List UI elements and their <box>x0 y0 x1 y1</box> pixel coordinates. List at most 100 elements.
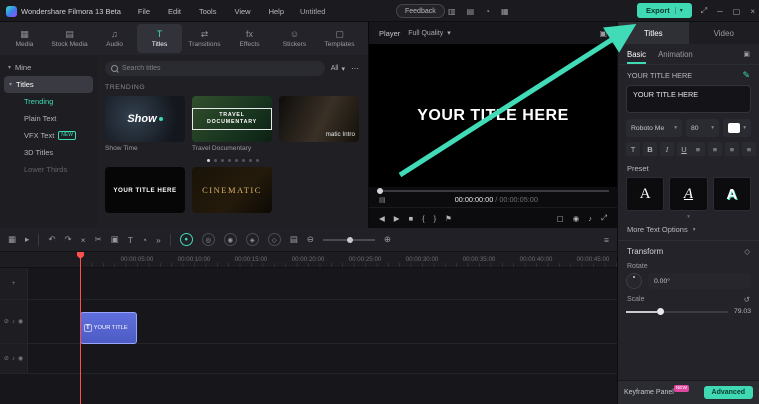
track-row-3[interactable]: ⊘ ♪ ◉ <box>0 344 617 374</box>
playhead[interactable] <box>80 252 81 404</box>
title-thumbnail-travel-documentary[interactable]: TRAVEL DOCUMENTARY <box>192 96 272 142</box>
delete-icon[interactable]: × <box>81 235 86 245</box>
filter-dropdown[interactable]: All ▾ <box>331 65 345 73</box>
preset-tile-2[interactable]: A <box>669 177 707 211</box>
scale-slider-handle[interactable] <box>657 308 664 315</box>
video-viewport[interactable]: YOUR TITLE HERE <box>369 44 617 187</box>
fit-screen-icon[interactable]: ▢ <box>557 214 564 223</box>
preview-mode-icon[interactable]: ▣ <box>599 29 607 38</box>
fullscreen-icon[interactable]: ⤢ <box>701 6 707 16</box>
timeline-clip-your-title[interactable]: T YOUR TITLE <box>80 312 137 344</box>
track-row-1[interactable]: + <box>0 268 617 300</box>
search-box[interactable] <box>105 61 325 76</box>
export-chevron-icon[interactable]: ▾ <box>675 7 683 14</box>
subtab-basic[interactable]: Basic <box>627 44 646 64</box>
manage-tracks-icon[interactable]: ≡ <box>604 235 609 245</box>
rotate-knob[interactable] <box>626 273 642 289</box>
lock-icon[interactable]: ⊘ <box>4 355 9 362</box>
font-size-dropdown[interactable]: 80 ▾ <box>686 119 719 137</box>
sidebar-item-3d-titles[interactable]: 3D Titles <box>0 144 97 161</box>
title-thumbnail-show-time[interactable]: Show <box>105 96 185 142</box>
timecode-settings-icon[interactable]: ▤ <box>379 196 386 204</box>
add-track-icon[interactable]: + <box>12 281 16 287</box>
font-color-picker[interactable]: ▾ <box>723 119 751 137</box>
stop-icon[interactable]: ■ <box>409 214 414 223</box>
feedback-button[interactable]: Feedback <box>396 4 445 18</box>
tab-stickers[interactable]: ☺ Stickers <box>272 24 317 53</box>
sidebar-item-plain-text[interactable]: Plain Text <box>0 110 97 127</box>
add-keyframe-icon[interactable]: ◇ <box>744 247 750 256</box>
layout-icon[interactable]: ▤ <box>467 7 475 16</box>
font-family-dropdown[interactable]: Roboto Me ▾ <box>626 119 682 137</box>
mark-out-icon[interactable]: } <box>434 214 437 223</box>
tab-titles-properties[interactable]: Titles <box>618 22 689 44</box>
export-button[interactable]: Export ▾ <box>637 3 692 18</box>
title-card[interactable]: TRAVEL DOCUMENTARY Travel Documentary <box>192 96 272 152</box>
split-icon[interactable]: ✂ <box>95 234 102 245</box>
close-icon[interactable]: × <box>750 7 755 16</box>
preset-tile-3[interactable]: A <box>713 177 751 211</box>
zoom-slider[interactable] <box>323 239 375 241</box>
eye-icon[interactable]: ◉ <box>18 355 23 362</box>
title-card[interactable]: Show Show Time <box>105 96 185 152</box>
eye-icon[interactable]: ◉ <box>18 318 23 325</box>
advanced-button[interactable]: Advanced <box>704 386 753 399</box>
transform-row[interactable]: Transform ◇ <box>618 247 759 256</box>
zoom-out-icon[interactable]: ⊖ <box>307 234 314 245</box>
sidebar-item-titles[interactable]: ▾ Titles <box>4 76 93 93</box>
keyframe-tool-icon[interactable]: ◈ <box>246 233 259 246</box>
title-thumbnail-your-title[interactable]: YOUR TITLE HERE <box>105 167 185 213</box>
mark-in-icon[interactable]: { <box>422 214 425 223</box>
speaker-icon[interactable]: ♪ <box>588 214 592 223</box>
play-icon[interactable]: ▶ <box>394 214 400 223</box>
more-options-icon[interactable]: ⋯ <box>351 64 360 73</box>
speed-icon[interactable]: ◔ <box>142 235 147 245</box>
screen-record-icon[interactable]: ▥ <box>448 7 456 16</box>
marker-flag-icon[interactable]: ⚑ <box>445 214 452 223</box>
bold-button[interactable]: B <box>643 142 657 156</box>
keyframe-panel-button[interactable]: Keyframe PanelNEW <box>624 389 689 397</box>
lock-icon[interactable]: ⊘ <box>4 318 9 325</box>
timeline-menu-icon[interactable]: ▦ <box>8 234 16 245</box>
text-tool-icon[interactable]: T <box>128 235 133 245</box>
tab-templates[interactable]: ▢ Templates <box>317 24 362 53</box>
align-justify-icon[interactable]: ≡ <box>742 142 756 156</box>
handwriting-icon[interactable]: ✎ <box>742 70 750 81</box>
maximize-icon[interactable]: ▢ <box>733 7 741 16</box>
preset-scroll-chevron-icon[interactable]: ▾ <box>618 214 759 220</box>
snap-icon[interactable]: ▤ <box>290 234 298 245</box>
tab-effects[interactable]: fx Effects <box>227 24 272 53</box>
tab-audio[interactable]: ♫ Audio <box>92 24 137 53</box>
pagination-dots[interactable] <box>97 152 368 162</box>
more-tools-icon[interactable]: » <box>156 235 161 245</box>
tab-titles[interactable]: T Titles <box>137 24 182 53</box>
menu-help[interactable]: Help <box>262 7 291 16</box>
expand-icon[interactable]: ⤢ <box>601 213 607 223</box>
reset-icon[interactable]: ↺ <box>744 295 750 304</box>
preview-title-text[interactable]: YOUR TITLE HERE <box>417 107 569 125</box>
sidebar-item-lower-thirds[interactable]: Lower Thirds <box>0 161 97 178</box>
align-right-icon[interactable]: ≡ <box>725 142 739 156</box>
sidebar-item-mine[interactable]: ▾ Mine <box>0 59 97 76</box>
redo-icon[interactable]: ↷ <box>64 234 71 245</box>
tab-media[interactable]: ▦ Media <box>2 24 47 53</box>
subtab-animation[interactable]: Animation <box>658 44 693 64</box>
quality-dropdown[interactable]: Full Quality ▾ <box>408 29 451 37</box>
title-thumbnail-cinematic-intro[interactable]: matic Intro <box>279 96 359 142</box>
notification-icon[interactable]: ◔ <box>485 7 490 16</box>
mute-icon[interactable]: ♪ <box>12 319 15 325</box>
marker-tool-icon[interactable]: ◇ <box>268 233 281 246</box>
track-lane[interactable] <box>28 268 617 299</box>
scale-slider[interactable] <box>626 311 728 313</box>
pointer-tool-icon[interactable]: ▸ <box>25 234 29 245</box>
apps-icon[interactable]: ▦ <box>501 7 509 16</box>
timeline-ruler[interactable]: 00:00:05:00 00:00:10:00 00:00:15:00 00:0… <box>0 252 617 268</box>
motion-track-icon[interactable]: ◉ <box>224 233 237 246</box>
bookmark-icon[interactable]: ▣ <box>743 50 750 58</box>
align-left-icon[interactable]: ≡ <box>691 142 705 156</box>
track-lane[interactable] <box>28 344 617 373</box>
rotate-value[interactable]: 0.00° <box>648 273 751 289</box>
previous-frame-icon[interactable]: ◀ <box>379 214 385 223</box>
snapshot-icon[interactable]: ◉ <box>573 214 580 223</box>
menu-file[interactable]: File <box>131 7 157 16</box>
